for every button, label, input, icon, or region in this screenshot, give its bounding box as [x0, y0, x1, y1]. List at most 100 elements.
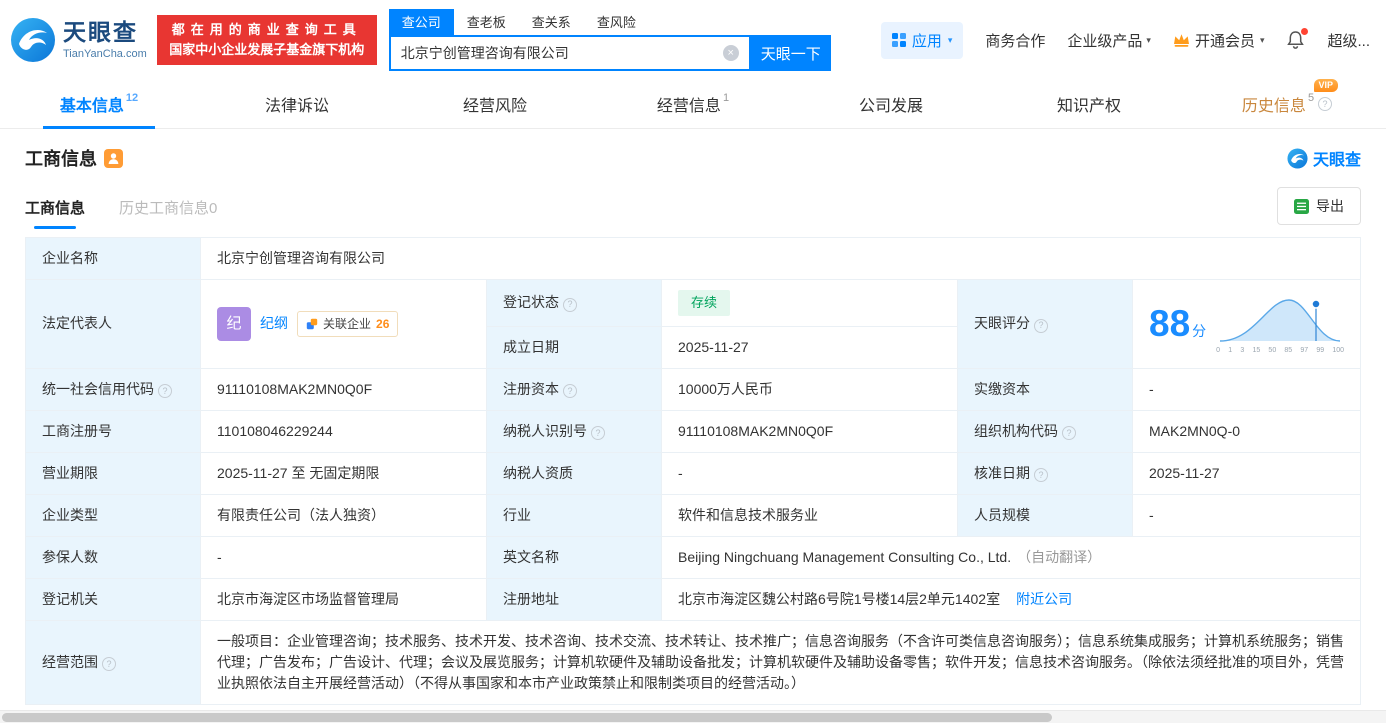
- org-code-label: 组织机构代码?: [957, 409, 1133, 453]
- tab-business-info-label: 经营信息: [656, 98, 721, 115]
- tianyancha-logo[interactable]: 天眼查 TianYanCha.com: [10, 17, 147, 63]
- subtab-history-registration[interactable]: 历史工商信息0: [119, 197, 217, 229]
- staff-size-label: 人员规模: [957, 493, 1133, 537]
- brand-watermark-text: 天眼查: [1312, 152, 1361, 169]
- table-row: 法定代表人 纪 纪纲 关联企业 26 登记状态 ? 存续 天眼评分 ? 88 分…: [25, 279, 1361, 369]
- help-icon: ?: [591, 426, 605, 441]
- tab-legal-proceedings-label: 法律诉讼: [264, 98, 329, 115]
- primary-tabs: 基本信息 12 法律诉讼 经营风险 经营信息 1 公司发展 知识产权 历史信息 …: [0, 79, 1386, 129]
- reg-status-label: 登记状态?: [486, 279, 662, 327]
- related-companies-icon: [306, 318, 318, 329]
- axis-tick: 50: [1268, 347, 1277, 354]
- search-tab-risk[interactable]: 查风险: [584, 9, 649, 35]
- tab-intellectual-property[interactable]: 知识产权: [990, 80, 1188, 128]
- apps-button[interactable]: 应用 ▾: [880, 21, 964, 59]
- reg-authority-value: 北京市海淀区市场监督管理局: [200, 577, 487, 621]
- reg-capital-label-text: 注册资本: [503, 380, 559, 397]
- subtab-business-registration[interactable]: 工商信息: [25, 197, 85, 229]
- business-registration-section: 工商信息 天眼查 工商信息 历史工商信息0 导出 企业名称 北京宁创管理咨询有限…: [0, 145, 1386, 705]
- axis-tick: 85: [1284, 347, 1293, 354]
- industry-label: 行业: [486, 493, 662, 537]
- table-row: 登记机关 北京市海淀区市场监督管理局 注册地址 北京市海淀区魏公村路6号院1号楼…: [25, 577, 1361, 621]
- table-row: 参保人数 - 英文名称 Beijing Ningchuang Managemen…: [25, 535, 1361, 579]
- tab-business-info[interactable]: 经营信息 1: [594, 80, 792, 128]
- help-icon: ?: [102, 657, 116, 672]
- business-info-table: 企业名称 北京宁创管理咨询有限公司 法定代表人 纪 纪纲 关联企业 26 登记状…: [25, 237, 1361, 705]
- tab-basic-info-count: 12: [125, 92, 139, 104]
- tab-intellectual-property-label: 知识产权: [1056, 98, 1121, 115]
- chevron-down-icon: ▾: [947, 34, 953, 45]
- open-membership-button[interactable]: 开通会员 ▾: [1173, 30, 1264, 51]
- person-badge-icon[interactable]: [104, 148, 123, 168]
- legal-rep-label: 法定代表人: [25, 279, 201, 369]
- search-tabs: 查公司 查老板 查关系 查风险: [388, 9, 831, 35]
- taxpayer-id-label: 纳税人识别号?: [486, 409, 662, 453]
- score-unit: 分: [1192, 323, 1207, 339]
- help-icon: ?: [563, 384, 577, 399]
- help-icon: ?: [1062, 426, 1076, 441]
- search-input[interactable]: [400, 45, 723, 61]
- business-scope-value: 一般项目：企业管理咨询；技术服务、技术开发、技术咨询、技术交流、技术转让、技术推…: [200, 619, 1361, 705]
- insured-count-label: 参保人数: [25, 535, 201, 579]
- score-cell: 88 分 0 1 3 15 50 85 97 99 100: [1132, 279, 1361, 369]
- approval-date-label-text: 核准日期: [974, 464, 1030, 481]
- tab-business-info-count: 1: [722, 92, 730, 104]
- axis-tick: 0: [1216, 347, 1221, 354]
- score-value: 88: [1149, 303, 1191, 344]
- search-tab-boss[interactable]: 查老板: [454, 9, 519, 35]
- tab-historical-info[interactable]: 历史信息 5 ? VIP: [1188, 79, 1386, 128]
- reg-capital-label: 注册资本?: [486, 367, 662, 411]
- top-bar: 天眼查 TianYanCha.com 都在用的商业查询工具 国家中小企业发展子基…: [0, 0, 1386, 80]
- axis-tick: 97: [1300, 347, 1309, 354]
- help-icon: ?: [1034, 468, 1048, 483]
- notification-bell-icon[interactable]: [1286, 28, 1309, 50]
- axis-tick: 3: [1240, 347, 1245, 354]
- crown-icon: [1173, 34, 1189, 47]
- english-name-label: 英文名称: [486, 535, 662, 579]
- approval-date-value: 2025-11-27: [1132, 451, 1361, 495]
- score-label-text: 天眼评分: [974, 315, 1030, 332]
- notification-dot: [1301, 28, 1309, 35]
- industry-value: 软件和信息技术服务业: [661, 493, 958, 537]
- tab-basic-info[interactable]: 基本信息 12: [0, 80, 198, 128]
- axis-tick: 99: [1316, 347, 1325, 354]
- score-label: 天眼评分?: [957, 279, 1133, 369]
- table-row: 经营范围? 一般项目：企业管理咨询；技术服务、技术开发、技术咨询、技术交流、技术…: [25, 619, 1361, 705]
- nav-enterprise-products[interactable]: 企业级产品 ▾: [1067, 30, 1151, 51]
- table-row: 企业名称 北京宁创管理咨询有限公司: [25, 237, 1361, 280]
- reg-number-value: 110108046229244: [200, 409, 487, 453]
- tab-company-development[interactable]: 公司发展: [792, 80, 990, 128]
- tab-operational-risk[interactable]: 经营风险: [396, 80, 594, 128]
- paid-capital-label: 实缴资本: [957, 367, 1133, 411]
- legal-rep-name-link[interactable]: 纪纲: [260, 313, 288, 334]
- search-tab-relation[interactable]: 查关系: [519, 9, 584, 35]
- subtab-history-label: 历史工商信息: [119, 200, 210, 217]
- table-row: 工商注册号 110108046229244 纳税人识别号? 91110108MA…: [25, 409, 1361, 453]
- legal-rep-avatar[interactable]: 纪: [217, 306, 251, 341]
- nav-enterprise-label: 企业级产品: [1067, 32, 1143, 50]
- vip-badge: VIP: [1313, 79, 1339, 92]
- export-button[interactable]: 导出: [1277, 187, 1361, 225]
- search-box: ×: [388, 35, 751, 71]
- subtab-history-count: 0: [209, 200, 218, 217]
- horizontal-scrollbar-thumb[interactable]: [2, 713, 1052, 722]
- page-title: 工商信息: [25, 149, 97, 169]
- taxpayer-quality-label: 纳税人资质: [486, 451, 662, 495]
- help-icon: ?: [1034, 319, 1048, 333]
- chevron-down-icon: ▾: [1146, 34, 1151, 45]
- tab-historical-info-count: 5: [1307, 92, 1315, 104]
- help-icon: ?: [563, 298, 577, 312]
- clear-icon[interactable]: ×: [722, 45, 739, 61]
- tab-legal-proceedings[interactable]: 法律诉讼: [198, 80, 396, 128]
- search-button[interactable]: 天眼一下: [750, 35, 831, 71]
- nav-business-cooperation[interactable]: 商务合作: [985, 30, 1045, 51]
- user-menu[interactable]: 超级...: [1327, 30, 1370, 51]
- business-term-label: 营业期限: [25, 451, 201, 495]
- auto-translate-note: （自动翻译）: [1017, 548, 1102, 565]
- legal-rep-cell: 纪 纪纲 关联企业 26: [200, 279, 487, 369]
- nearby-companies-link[interactable]: 附近公司: [1016, 591, 1072, 607]
- tianyan-score[interactable]: 88 分: [1149, 296, 1206, 352]
- related-companies-badge[interactable]: 关联企业 26: [297, 310, 399, 337]
- search-tab-company[interactable]: 查公司: [388, 9, 454, 35]
- horizontal-scrollbar[interactable]: [0, 710, 1386, 723]
